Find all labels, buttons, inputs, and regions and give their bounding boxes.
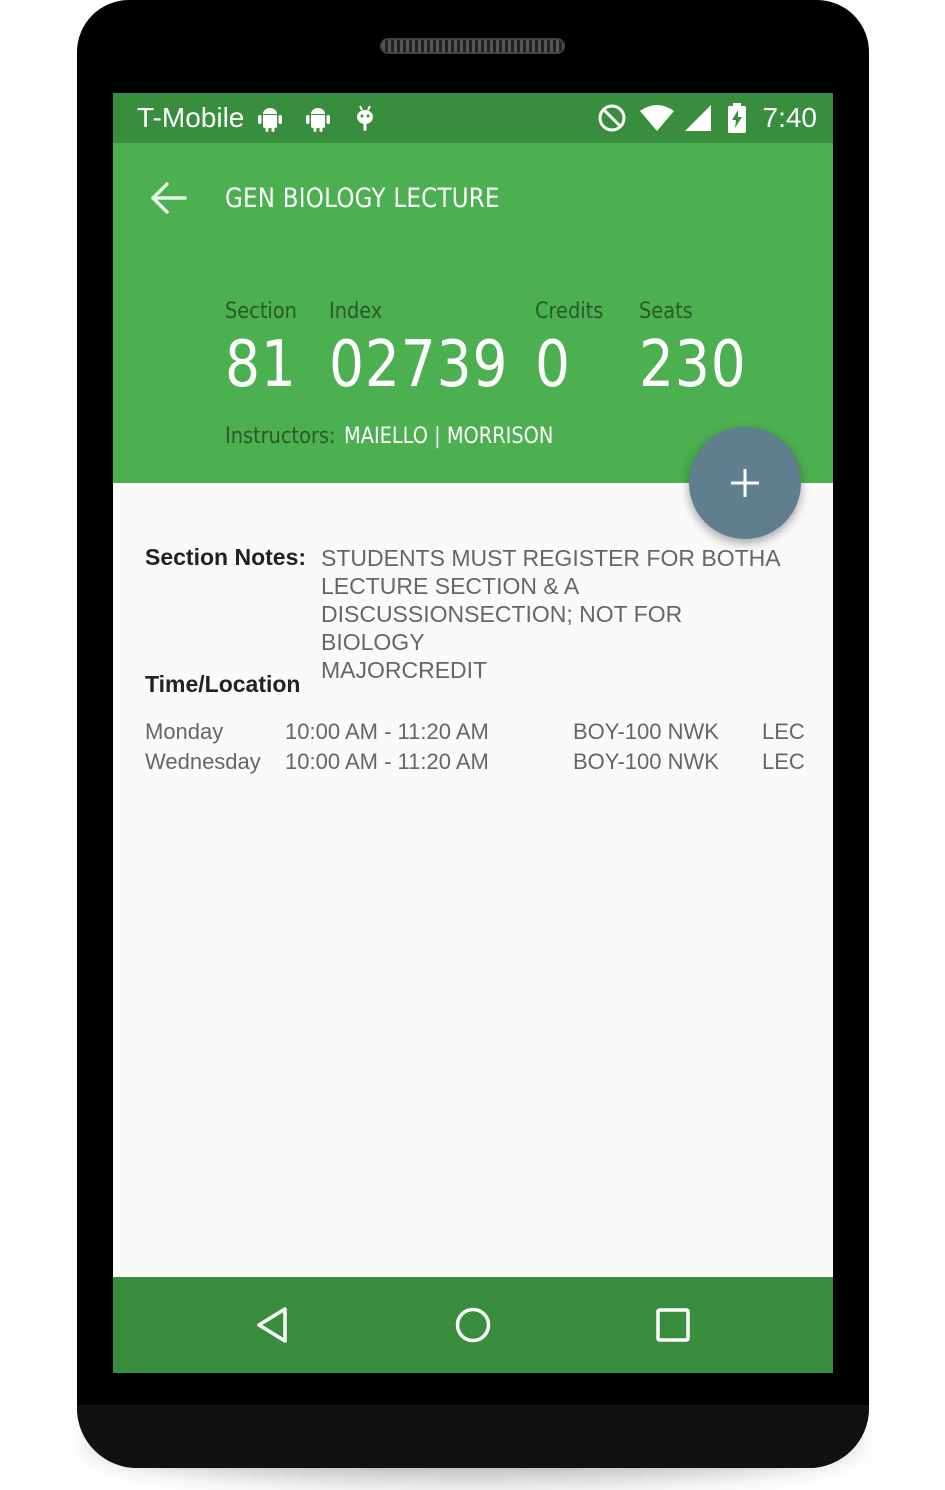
recents-square-icon[interactable] — [653, 1305, 693, 1345]
notes-line: LECTURE SECTION & A — [321, 573, 580, 599]
meeting-row: Wednesday 10:00 AM - 11:20 AM BOY-100 NW… — [145, 749, 805, 779]
time-location-heading: Time/Location — [145, 671, 301, 697]
credits-value: 0 — [535, 328, 571, 402]
wifi-icon — [640, 105, 674, 131]
status-bar: T-Mobile 7:40 — [113, 93, 833, 143]
section-notes-label: Section Notes: — [145, 544, 307, 570]
notes-line: STUDENTS MUST REGISTER FOR BOTHA — [321, 545, 781, 571]
meeting-type: LEC — [762, 749, 805, 774]
back-arrow-icon[interactable] — [149, 181, 189, 215]
meeting-row: Monday 10:00 AM - 11:20 AM BOY-100 NWK L… — [145, 719, 805, 749]
index-label: Index — [329, 299, 383, 324]
meeting-day: Wednesday — [145, 749, 261, 774]
notes-line: MAJORCREDIT — [321, 657, 488, 683]
android-icon — [306, 108, 330, 132]
earpiece-speaker — [380, 38, 565, 54]
meeting-location: BOY-100 NWK — [573, 719, 719, 744]
index-value: 02739 — [329, 328, 509, 402]
meeting-type: LEC — [762, 719, 805, 744]
plus-icon — [731, 469, 759, 497]
system-nav-bar — [113, 1277, 833, 1373]
add-section-button[interactable] — [689, 427, 801, 539]
section-value: 81 — [225, 328, 297, 402]
carrier-label: T-Mobile — [137, 102, 245, 133]
clock: 7:40 — [762, 102, 818, 133]
seats-label: Seats — [639, 299, 693, 324]
instructors-value: MAIELLO | MORRISON — [344, 424, 554, 449]
home-circle-icon[interactable] — [453, 1305, 493, 1345]
meeting-time: 10:00 AM - 11:20 AM — [285, 749, 489, 774]
meeting-day: Monday — [145, 719, 224, 744]
battery-charging-icon — [728, 103, 746, 133]
section-label: Section — [225, 299, 297, 324]
bug-icon — [357, 105, 373, 131]
course-title: GEN BIOLOGY LECTURE — [225, 183, 500, 214]
meeting-time: 10:00 AM - 11:20 AM — [285, 719, 489, 744]
seats-value: 230 — [639, 328, 747, 402]
instructors-label: Instructors: — [225, 424, 336, 449]
notes-line: DISCUSSIONSECTION; NOT FOR BIOLOGY — [321, 601, 683, 655]
back-triangle-icon[interactable] — [253, 1305, 293, 1345]
do-not-disturb-icon — [598, 104, 626, 132]
phone-chin — [77, 1405, 869, 1468]
signal-icon — [685, 105, 711, 131]
meeting-location: BOY-100 NWK — [573, 749, 719, 774]
credits-label: Credits — [535, 299, 604, 324]
screen: T-Mobile 7:40 GEN BIOLOGY LECTURE Sectio… — [113, 93, 833, 1373]
section-notes-text: STUDENTS MUST REGISTER FOR BOTHA LECTURE… — [321, 544, 791, 684]
android-icon — [258, 108, 282, 132]
